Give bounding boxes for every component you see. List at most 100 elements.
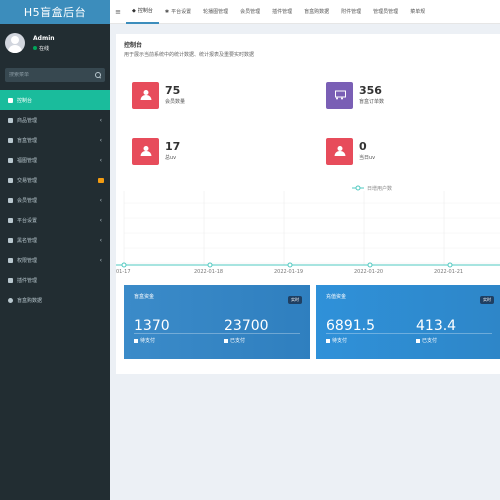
tab-platform-settings[interactable]: ✱ 平台设置: [159, 0, 197, 24]
chart-tick-label: 2022-01-19: [274, 269, 303, 275]
stat-value: 75: [165, 84, 181, 98]
sidebar-item-label: 控制台: [17, 97, 33, 104]
sidebar: H5盲盒后台 Admin 在线 控制台 商品管理 ‹ 盲盒管理 ‹: [0, 0, 110, 500]
paid-icon: [416, 338, 420, 343]
user-icon: [8, 197, 13, 203]
pending-icon: [134, 338, 138, 343]
tab-attachments[interactable]: 附件管理: [335, 0, 367, 24]
sidebar-item-label: 商品管理: [17, 117, 38, 124]
stat-label: 会员数量: [165, 98, 186, 105]
panel-label: 已支付: [416, 337, 437, 344]
chevron-left-icon: ‹: [99, 216, 102, 224]
sidebar-item-label: 福图管理: [17, 157, 38, 164]
sidebar-item-label: 权限管理: [17, 257, 38, 264]
page-subtitle: 用于展示当前系统中的统计数据、统计报表及重要实时数据: [124, 52, 255, 58]
tab-members[interactable]: 会员管理: [234, 0, 266, 24]
chart-point[interactable]: [367, 262, 373, 268]
chevron-left-icon: ‹: [99, 156, 102, 164]
user-status: 在线: [33, 45, 55, 52]
trade-icon: [8, 177, 13, 183]
chart-tick-label: 2022-01-21: [434, 269, 463, 275]
list-icon: [8, 237, 13, 243]
tab-carousel[interactable]: 轮播图管理: [197, 0, 234, 24]
user-panel: Admin 在线: [0, 28, 110, 58]
sidebar-item-label: 盲盒管理: [17, 137, 38, 144]
tab-dashboard[interactable]: ◆ 控制台: [126, 0, 159, 24]
sidebar-item-blindbox[interactable]: 盲盒管理 ‹: [0, 130, 110, 150]
sidebar-item-blindbox-data[interactable]: 盲盒购数据: [0, 290, 110, 310]
users-icon: [326, 137, 353, 165]
chevron-left-icon: ‹: [99, 136, 102, 144]
stat-value: 17: [165, 140, 181, 154]
panel-label: 待支付: [326, 337, 347, 344]
chart-legend[interactable]: 日增用户数: [352, 185, 392, 192]
tab-menu-rules[interactable]: 菜单规: [404, 0, 431, 24]
chart-point[interactable]: [121, 262, 127, 268]
search-input[interactable]: [9, 72, 89, 78]
chevron-left-icon: ‹: [99, 196, 102, 204]
panel-title: 充值资金: [326, 294, 347, 300]
panel-value: 1370: [134, 318, 170, 334]
tab-label: 管理员管理: [373, 9, 399, 15]
sidebar-item-dashboard[interactable]: 控制台: [0, 90, 110, 110]
user-name: Admin: [33, 34, 55, 42]
avatar[interactable]: [5, 33, 25, 53]
pending-icon: [326, 338, 330, 343]
stat-label: 当日uv: [359, 154, 376, 161]
search-box: [5, 68, 105, 82]
chart-point[interactable]: [447, 262, 453, 268]
sidebar-item-permissions[interactable]: 权限管理 ‹: [0, 250, 110, 270]
panel-recharge-funds: 充值资金 实时 6891.5 413.4 待支付 已支付: [316, 285, 500, 359]
dashboard-icon: [8, 97, 13, 103]
tab-label: 菜单规: [410, 9, 426, 15]
sidebar-item-plugins[interactable]: 插件管理: [0, 270, 110, 290]
chart-tick-label: 2022-01-18: [194, 269, 223, 275]
chart-point[interactable]: [207, 262, 213, 268]
stat-card-orders: 356 盲盒订单数: [310, 75, 490, 115]
chart-svg: 日增用户数 01-17 2022-01-18 2022-01-19 2022-01-20…: [116, 185, 500, 275]
tab-label: 附件管理: [341, 9, 362, 15]
sidebar-item-platform[interactable]: 平台设置 ‹: [0, 210, 110, 230]
sidebar-item-blacklist[interactable]: 黑名管理 ‹: [0, 230, 110, 250]
rocket-icon: [8, 277, 13, 283]
realtime-badge: 实时: [288, 296, 302, 304]
group-icon: [8, 257, 13, 263]
divider: [134, 333, 300, 334]
stat-card-members: 75 会员数量: [116, 75, 296, 115]
tab-label: 平台设置: [171, 9, 192, 15]
tab-label: 会员管理: [240, 9, 261, 15]
top-tabs: ≡ ◆ 控制台 ✱ 平台设置 轮播图管理 会员管理 插件管理 盲盒购数据 附件管…: [110, 0, 500, 24]
stat-value: 356: [359, 84, 382, 98]
box-icon: [8, 137, 13, 143]
status-badge: [98, 177, 104, 183]
stat-card-total-uv: 17 总uv: [116, 131, 296, 171]
paid-icon: [224, 338, 228, 343]
app-logo[interactable]: H5盲盒后台: [0, 0, 110, 24]
sidebar-item-members[interactable]: 会员管理 ‹: [0, 190, 110, 210]
online-dot-icon: [33, 46, 37, 50]
sidebar-item-images[interactable]: 福图管理 ‹: [0, 150, 110, 170]
menu-icon: ≡: [115, 7, 121, 16]
gear-icon: [8, 217, 13, 223]
chevron-left-icon: ‹: [99, 236, 102, 244]
panel-value: 6891.5: [326, 318, 375, 334]
gear-icon: ✱: [164, 8, 170, 15]
panel-label: 待支付: [134, 337, 155, 344]
sidebar-item-label: 插件管理: [17, 277, 38, 284]
stat-label: 总uv: [165, 154, 177, 161]
circle-icon: [8, 297, 13, 303]
sidebar-item-label: 平台设置: [17, 217, 38, 224]
sidebar-item-trades[interactable]: 交易管理: [0, 170, 110, 190]
search-icon[interactable]: [95, 72, 101, 78]
svg-text:日增用户数: 日增用户数: [367, 185, 392, 192]
tab-admins[interactable]: 管理员管理: [367, 0, 404, 24]
realtime-badge: 实时: [480, 296, 494, 304]
stat-value: 0: [359, 140, 367, 154]
tab-label: 控制台: [137, 8, 153, 14]
chart-point[interactable]: [287, 262, 293, 268]
tab-plugins[interactable]: 插件管理: [266, 0, 298, 24]
sidebar-item-products[interactable]: 商品管理 ‹: [0, 110, 110, 130]
tab-blindbox-data[interactable]: 盲盒购数据: [298, 0, 335, 24]
menu-toggle-button[interactable]: ≡: [110, 0, 126, 24]
chart-tick-label: 2022-01-20: [354, 269, 383, 275]
